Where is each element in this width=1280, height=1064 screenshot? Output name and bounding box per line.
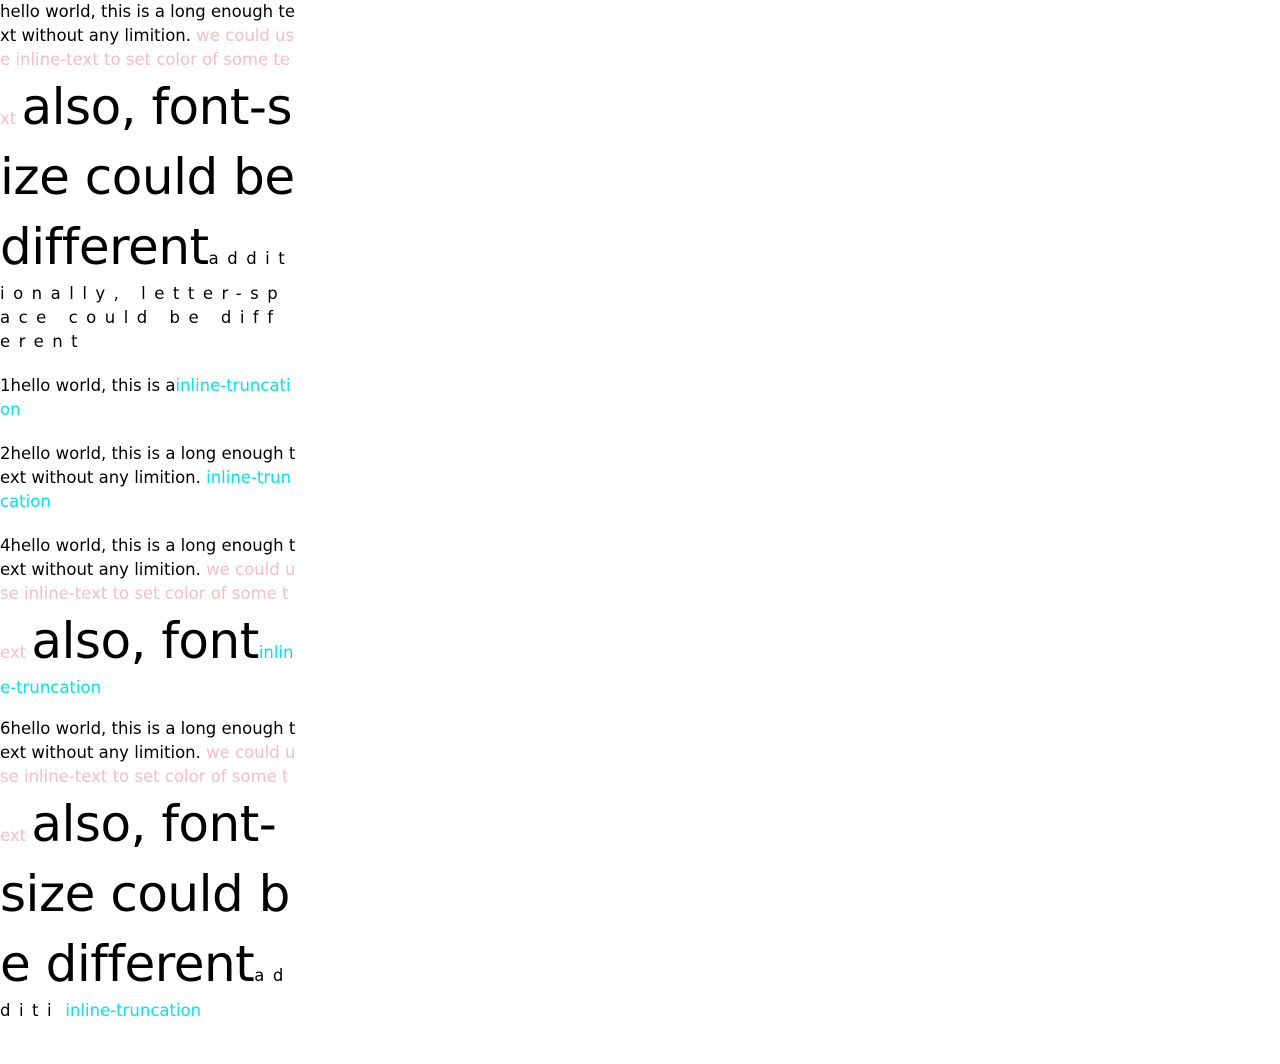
paragraph-0-large-text: also, font-size could be different bbox=[0, 78, 295, 276]
paragraph-2: 2hello world, this is a long enough text… bbox=[0, 442, 298, 514]
paragraph-6-large-text: also, font-size could be different bbox=[0, 795, 290, 993]
paragraph-1-text: 1hello world, this is a bbox=[0, 376, 176, 395]
paragraph-0: hello world, this is a long enough text … bbox=[0, 0, 298, 354]
paragraph-1: 1hello world, this is ainline-truncation bbox=[0, 374, 298, 422]
paragraph-6-truncation: inline-truncation bbox=[65, 1001, 202, 1020]
paragraph-4-large-text: also, font bbox=[31, 612, 259, 670]
paragraph-4: 4hello world, this is a long enough text… bbox=[0, 534, 298, 700]
paragraph-6: 6hello world, this is a long enough text… bbox=[0, 717, 298, 1023]
